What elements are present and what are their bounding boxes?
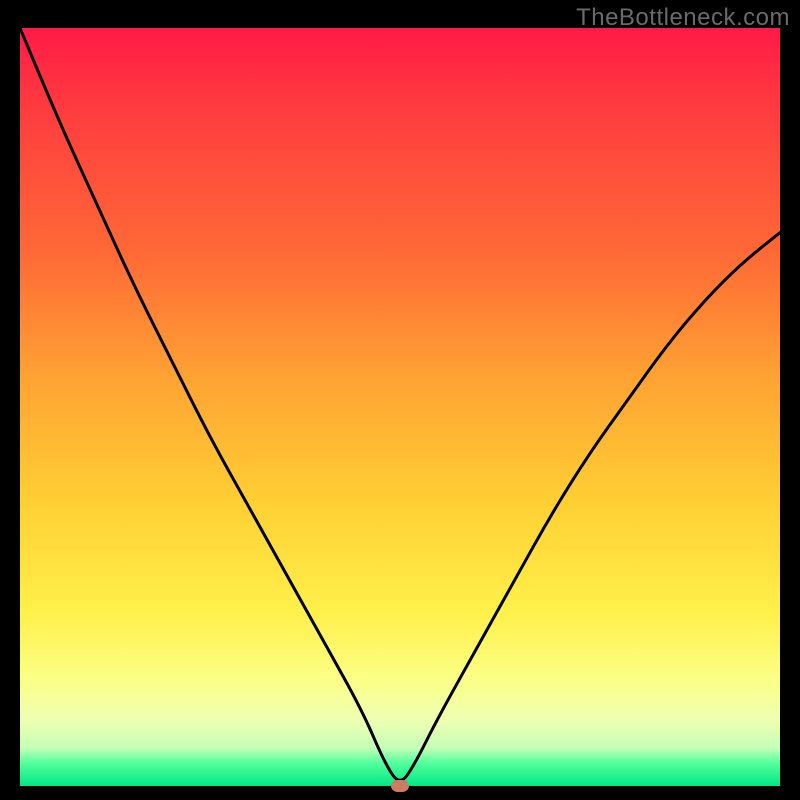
plot-area <box>20 28 780 786</box>
curve-layer <box>20 28 780 786</box>
watermark-text: TheBottleneck.com <box>576 4 790 32</box>
optimal-point-marker <box>391 780 409 792</box>
bottleneck-curve-path <box>20 28 780 780</box>
chart-frame: TheBottleneck.com <box>0 0 800 800</box>
